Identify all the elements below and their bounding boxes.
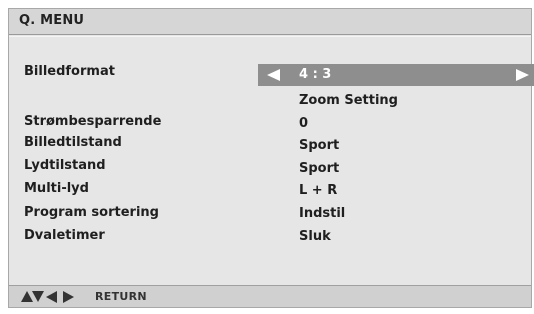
down-arrow-icon	[32, 291, 44, 302]
menu-item-value-sound-mode: Sport	[299, 161, 340, 176]
menu-item-label-billedformat[interactable]: Billedformat	[24, 64, 115, 79]
menu-divider	[9, 36, 531, 37]
menu-item-label-multi-audio[interactable]: Multi-lyd	[24, 181, 89, 196]
menu-item-label-sleep-timer[interactable]: Dvaletimer	[24, 228, 105, 243]
menu-item-label-sound-mode[interactable]: Lydtilstand	[24, 158, 106, 173]
return-hint: RETURN	[95, 290, 147, 303]
menu-item-value-program-sorting: Indstil	[299, 206, 346, 221]
left-arrow-icon	[46, 291, 57, 303]
menu-item-label-program-sorting[interactable]: Program sortering	[24, 205, 159, 220]
menu-item-label-power-saving[interactable]: Strømbesparrende	[24, 114, 161, 129]
right-arrow-icon	[63, 291, 74, 303]
selector-left-arrow-icon[interactable]	[267, 69, 280, 81]
menu-title: Q. MENU	[19, 13, 85, 28]
menu-item-value-picture-mode: Sport	[299, 138, 340, 153]
menu-item-value-sleep-timer: Sluk	[299, 229, 331, 244]
quick-menu-panel: Q. MENU Billedformat 4 : 3 Zoom Setting …	[8, 8, 534, 308]
menu-item-value-power-saving: 0	[299, 116, 309, 131]
selector-right-arrow-icon[interactable]	[516, 69, 529, 81]
menu-item-value-multi-audio: L + R	[299, 183, 338, 198]
zoom-setting-option[interactable]: Zoom Setting	[299, 93, 398, 108]
navigation-keys-hint	[21, 291, 85, 303]
picture-format-selector[interactable]: 4 : 3	[258, 64, 534, 86]
menu-footer: RETURN	[9, 285, 531, 307]
menu-item-label-picture-mode[interactable]: Billedtilstand	[24, 135, 122, 150]
picture-format-value: 4 : 3	[299, 67, 332, 82]
menu-header: Q. MENU	[9, 9, 531, 35]
